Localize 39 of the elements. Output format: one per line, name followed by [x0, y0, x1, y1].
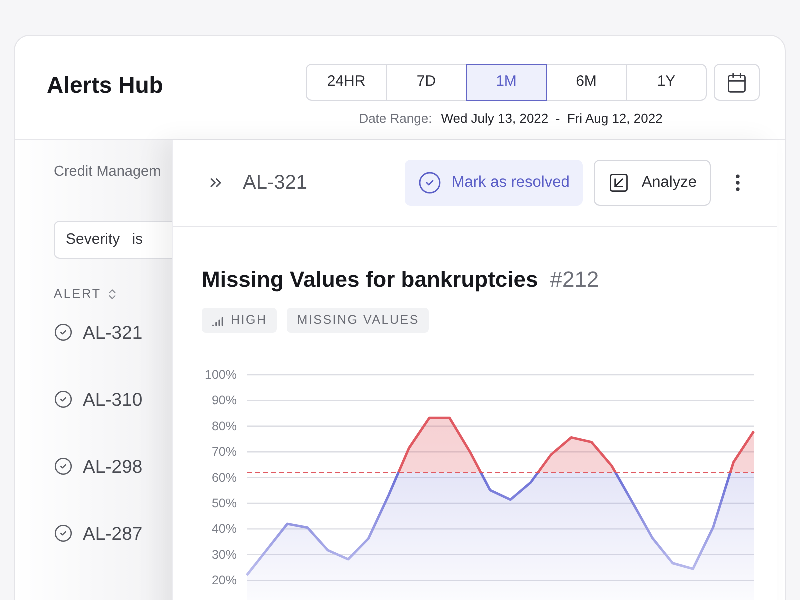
panel-title: Missing Values for bankruptcies — [202, 266, 538, 294]
y-tick-label: 60% — [212, 470, 237, 485]
y-tick-label: 50% — [212, 496, 237, 510]
breadcrumb: Credit Managem — [54, 163, 162, 182]
mark-resolved-button[interactable]: Mark as resolved — [404, 160, 583, 206]
alert-row[interactable]: AL-287 — [54, 520, 172, 546]
y-tick-label: 20% — [212, 574, 237, 588]
y-tick-label: 80% — [212, 419, 237, 434]
check-circle-icon — [54, 390, 73, 409]
y-tick-label: 90% — [212, 394, 237, 408]
date-range: Wed July 13, 2022 - Fri Aug 12, 2022 — [441, 110, 663, 128]
alert-number: #212 — [550, 266, 600, 294]
check-circle-icon — [54, 457, 73, 476]
range-tab[interactable]: 24HR — [306, 64, 387, 101]
y-tick-label: 30% — [212, 548, 237, 562]
calendar-button[interactable] — [714, 64, 760, 101]
alert-id: AL-321 — [243, 171, 308, 196]
check-circle-icon — [54, 524, 73, 543]
calendar-icon — [726, 72, 748, 94]
check-circle-icon — [54, 323, 73, 342]
y-tick-label: 100% — [205, 368, 237, 382]
alert-row[interactable]: AL-321 — [54, 320, 172, 346]
alert-row[interactable]: AL-298 — [54, 454, 172, 480]
date-range-label: Date Range: — [359, 110, 432, 128]
severity-filter[interactable]: Severity is — [54, 220, 172, 259]
severity-tag: HIGH — [202, 308, 278, 333]
column-header: ALERT — [54, 286, 102, 303]
page-title: Alerts Hub — [47, 71, 164, 100]
check-circle-icon — [418, 171, 442, 195]
y-tick-label: 70% — [212, 445, 237, 460]
alert-row[interactable]: AL-310 — [54, 386, 172, 412]
category-tag: MISSING VALUES — [287, 308, 430, 333]
range-tab[interactable]: 1Y — [626, 64, 707, 101]
range-tab[interactable]: 7D — [386, 64, 467, 101]
analyze-button[interactable]: Analyze — [594, 160, 711, 206]
range-tab[interactable]: 6M — [546, 64, 627, 101]
y-tick-label: 40% — [212, 522, 237, 536]
analyze-icon — [608, 172, 630, 194]
range-tab[interactable]: 1M — [466, 64, 547, 101]
